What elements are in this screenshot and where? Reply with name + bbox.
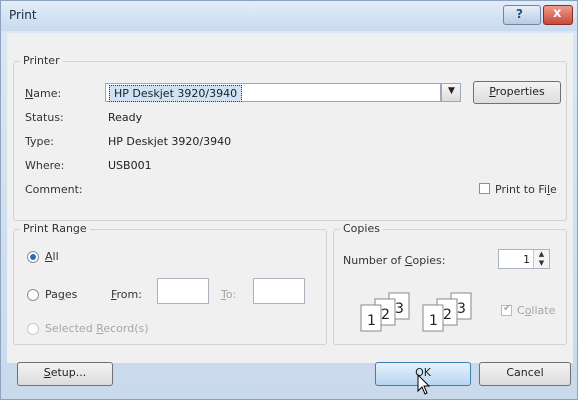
svg-text:3: 3 xyxy=(395,301,404,317)
chevron-down-icon: ▼ xyxy=(448,86,455,96)
radio-pages-label: Pages xyxy=(45,288,78,301)
print-dialog: Print ? x Printer Name: HP Deskjet 3920/… xyxy=(0,0,578,400)
copies-value: 1 xyxy=(523,253,530,266)
status-label: Status: xyxy=(25,111,64,124)
to-label: To: xyxy=(221,288,237,301)
number-of-copies-label: Number of Copies: xyxy=(343,254,446,267)
title-bar[interactable]: Print ? x xyxy=(1,1,577,31)
collate-checkbox[interactable]: ✔ xyxy=(501,303,512,316)
setup-button[interactable]: Setup... xyxy=(17,362,113,386)
type-value: HP Deskjet 3920/3940 xyxy=(108,135,232,148)
print-to-file-label: Print to File xyxy=(495,183,557,196)
svg-text:1: 1 xyxy=(429,313,438,329)
copies-group-title: Copies xyxy=(340,222,383,235)
window-title: Print xyxy=(9,8,37,22)
printer-group-title: Printer xyxy=(20,54,63,67)
from-label: From: xyxy=(111,288,142,301)
radio-selected-records[interactable] xyxy=(27,323,39,335)
type-label: Type: xyxy=(25,135,54,148)
dialog-body: Printer Name: HP Deskjet 3920/3940 ▼ Pro… xyxy=(7,33,573,386)
printer-name-select[interactable]: HP Deskjet 3920/3940 xyxy=(105,83,441,102)
svg-text:1: 1 xyxy=(367,313,376,329)
close-button[interactable]: x xyxy=(543,5,573,25)
mouse-pointer-icon xyxy=(417,374,431,395)
to-input[interactable] xyxy=(253,278,305,304)
collate-label: Collate xyxy=(517,304,556,317)
help-button[interactable]: ? xyxy=(503,5,541,25)
help-icon: ? xyxy=(516,7,523,21)
svg-text:2: 2 xyxy=(381,307,390,323)
svg-text:3: 3 xyxy=(457,301,466,317)
print-range-group-title: Print Range xyxy=(20,222,90,235)
collate-pages-icon-2: 1 2 3 xyxy=(422,292,472,332)
printer-name-dropdown-button[interactable]: ▼ xyxy=(441,83,461,102)
radio-all[interactable] xyxy=(27,251,39,263)
properties-button[interactable]: Properties xyxy=(473,81,561,104)
spinner-arrows-icon[interactable]: ▲ ▼ xyxy=(533,250,549,268)
radio-all-label: All xyxy=(45,250,59,263)
status-value: Ready xyxy=(108,111,143,124)
where-label: Where: xyxy=(25,159,65,172)
copies-spinner[interactable]: 1 ▲ ▼ xyxy=(498,249,550,269)
comment-label: Comment: xyxy=(25,183,83,196)
where-value: USB001 xyxy=(108,159,152,172)
close-icon: x xyxy=(553,6,562,21)
from-input[interactable] xyxy=(157,278,209,304)
checkmark-icon: ✔ xyxy=(503,303,512,314)
svg-text:2: 2 xyxy=(443,307,452,323)
cancel-button[interactable]: Cancel xyxy=(479,362,571,386)
printer-name-label: Name: xyxy=(25,87,62,100)
print-to-file-checkbox[interactable] xyxy=(479,183,490,194)
printer-name-value: HP Deskjet 3920/3940 xyxy=(109,85,243,102)
radio-selected-records-label: Selected Record(s) xyxy=(45,322,149,335)
radio-pages[interactable] xyxy=(27,289,39,301)
collate-pages-icon-1: 1 2 3 xyxy=(360,292,410,332)
